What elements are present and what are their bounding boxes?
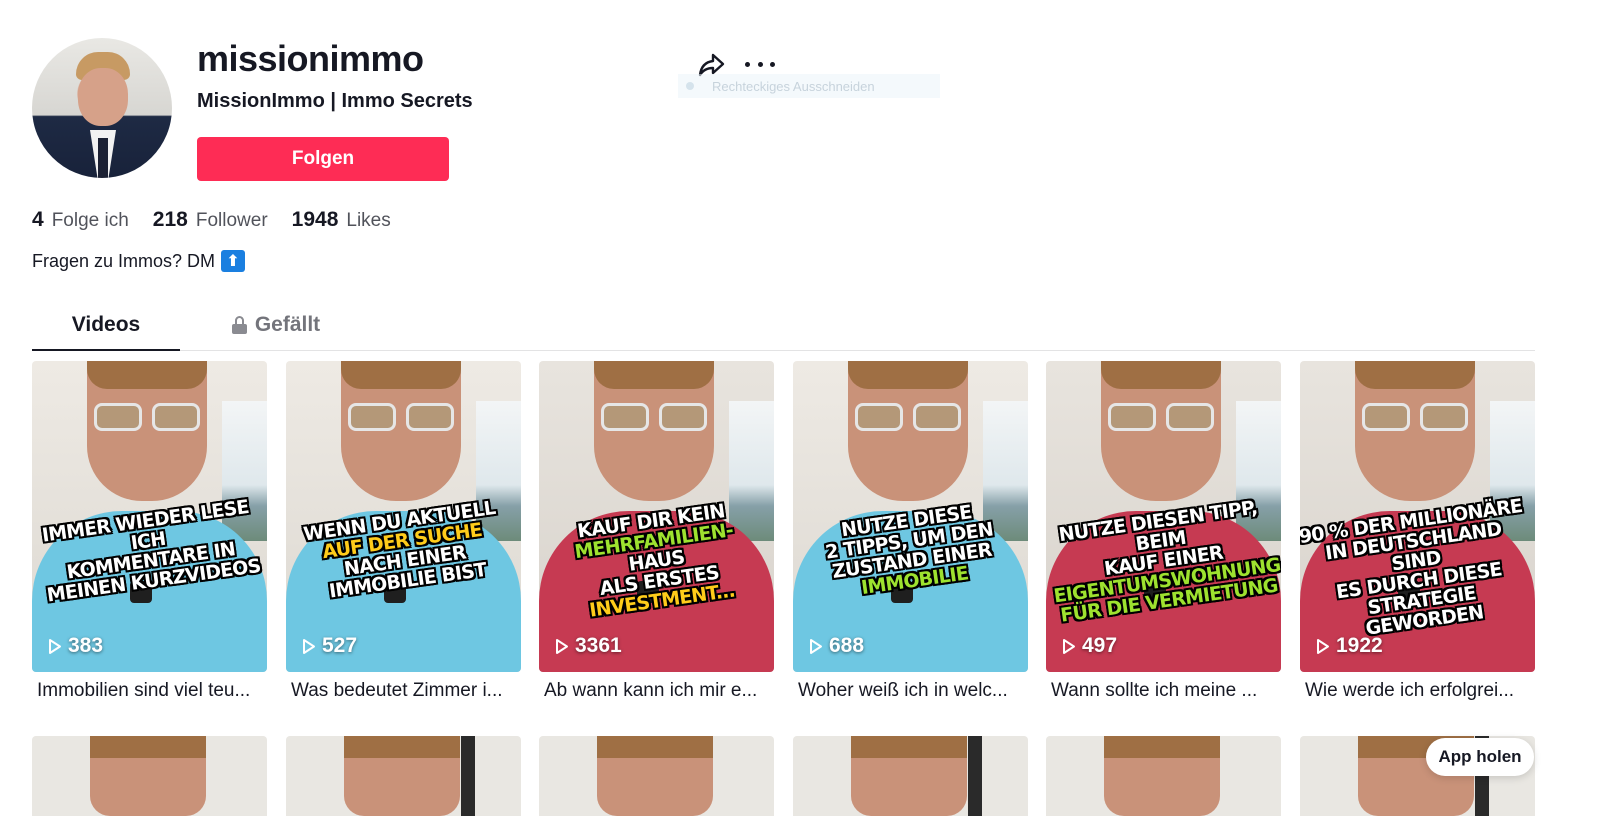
video-thumbnail[interactable]	[32, 736, 267, 816]
play-icon	[810, 638, 822, 654]
video-description[interactable]: Woher weiß ich in welc...	[793, 680, 1028, 702]
view-count-number: 1922	[1336, 634, 1383, 657]
lock-icon	[231, 316, 247, 334]
video-thumbnail[interactable]	[286, 736, 521, 816]
view-count-number: 688	[829, 634, 865, 657]
video-thumbnail[interactable]	[793, 736, 1028, 816]
profile-bio: Fragen zu Immos? DM ⬆	[32, 250, 246, 272]
video-card[interactable]: IMMER WIEDER LESE ICH KOMMENTARE IN MEINEN…	[32, 361, 267, 702]
video-grid-row-2	[32, 736, 1535, 816]
profile-nickname: MissionImmo | Immo Secrets	[197, 90, 473, 112]
view-count-number: 497	[1082, 634, 1118, 657]
video-description[interactable]: Immobilien sind viel teu...	[32, 680, 267, 702]
view-count-number: 527	[322, 634, 358, 657]
profile-stats: 4 Folge ich 218 Follower 1948 Likes	[32, 208, 391, 232]
view-count: 1922	[1316, 634, 1383, 658]
video-description[interactable]: Was bedeutet Zimmer i...	[286, 680, 521, 702]
view-count-number: 3361	[575, 634, 622, 657]
video-card[interactable]: 90 % DER MILLIONÄRE IN DEUTSCHLAND SIND ES…	[1300, 361, 1535, 702]
video-thumbnail[interactable]: 90 % DER MILLIONÄRE IN DEUTSCHLAND SIND ES…	[1300, 361, 1535, 672]
view-count: 527	[302, 634, 357, 658]
stat-following-label: Folge ich	[51, 210, 129, 231]
video-thumbnail[interactable]: KAUF DIR KEIN MEHRFAMILIEN- HAUS ALS ERSTES…	[539, 361, 774, 672]
video-thumbnail[interactable]: WENN DU AKTUELL AUF DER SUCHE NACH EINER IM…	[286, 361, 521, 672]
view-count: 497	[1062, 634, 1117, 658]
tab-liked-label: Gefällt	[254, 313, 321, 336]
avatar	[32, 38, 172, 178]
profile-username: missionimmo	[197, 38, 424, 79]
video-thumbnail[interactable]: NUTZE DIESE 2 TIPPS, UM DEN ZUSTAND EINER I…	[793, 361, 1028, 672]
up-arrow-icon: ⬆	[221, 250, 246, 272]
view-count-number: 383	[68, 634, 104, 657]
video-thumbnail[interactable]	[539, 736, 774, 816]
video-thumbnail[interactable]: NUTZE DIESEN TIPP, BEIM KAUF EINER EIGENTU…	[1046, 361, 1281, 672]
tooltip-text: Rechteckiges Ausschneiden	[712, 78, 875, 94]
snip-tooltip: Rechteckiges Ausschneiden	[678, 74, 940, 98]
stat-followers[interactable]: 218 Follower	[153, 208, 268, 232]
play-icon	[49, 638, 61, 654]
video-thumbnail[interactable]: IMMER WIEDER LESE ICH KOMMENTARE IN MEINEN…	[32, 361, 267, 672]
video-thumbnail[interactable]	[1046, 736, 1281, 816]
video-card[interactable]: NUTZE DIESE 2 TIPPS, UM DEN ZUSTAND EINER I…	[793, 361, 1028, 702]
video-card[interactable]: WENN DU AKTUELL AUF DER SUCHE NACH EINER IM…	[286, 361, 521, 702]
stat-likes-count: 1948	[291, 208, 339, 231]
view-count: 688	[809, 634, 864, 658]
stat-likes: 1948 Likes	[292, 208, 391, 232]
stat-followers-count: 218	[152, 208, 188, 231]
play-icon	[556, 638, 568, 654]
video-card[interactable]: NUTZE DIESEN TIPP, BEIM KAUF EINER EIGENTU…	[1046, 361, 1281, 702]
play-icon	[303, 638, 315, 654]
video-description[interactable]: Wann sollte ich meine ...	[1046, 680, 1281, 702]
get-app-button[interactable]: App holen	[1426, 738, 1534, 776]
stat-following[interactable]: 4 Folge ich	[32, 208, 129, 232]
profile-tabs: Videos Gefällt	[32, 300, 1535, 351]
view-count: 383	[48, 634, 103, 658]
video-description[interactable]: Wie werde ich erfolgrei...	[1300, 680, 1535, 702]
tab-liked[interactable]: Gefällt	[216, 300, 336, 350]
tab-videos[interactable]: Videos	[32, 300, 180, 351]
more-icon[interactable]	[745, 52, 775, 76]
stat-following-count: 4	[32, 208, 44, 231]
video-description[interactable]: Ab wann kann ich mir e...	[539, 680, 774, 702]
view-count: 3361	[555, 634, 622, 658]
follow-button[interactable]: Folgen	[197, 137, 449, 181]
stat-likes-label: Likes	[346, 210, 391, 231]
play-icon	[1317, 638, 1329, 654]
bio-text: Fragen zu Immos? DM	[32, 250, 216, 271]
play-icon	[1063, 638, 1075, 654]
video-card[interactable]: KAUF DIR KEIN MEHRFAMILIEN- HAUS ALS ERSTES…	[539, 361, 774, 702]
stat-followers-label: Follower	[195, 210, 268, 231]
tab-videos-label: Videos	[71, 312, 141, 336]
